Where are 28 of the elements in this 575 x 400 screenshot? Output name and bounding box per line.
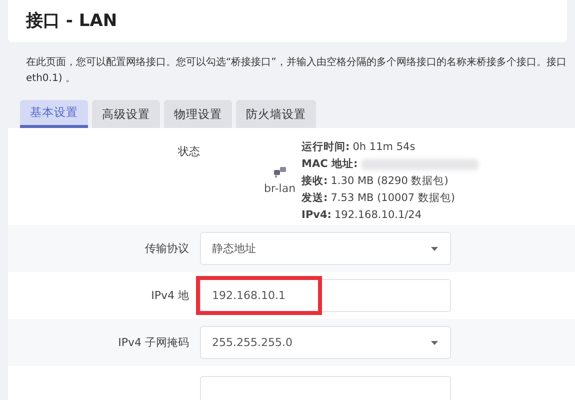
tab[interactable]: 防火墙设置 (236, 100, 316, 128)
status-value: 0h 11m 54s (352, 140, 416, 155)
field-label: IPv4 子网掩码 (118, 336, 189, 349)
status-key: 接收: (302, 174, 328, 189)
status-value: 1.30 MB (8290 数据包) (330, 174, 448, 189)
network-icon (272, 166, 287, 178)
status-key: 发送: (302, 191, 328, 206)
status-value: 192.168.10.1/24 (334, 208, 422, 223)
field-label: 状态 (177, 144, 200, 159)
page-title: 接口 - LAN (26, 10, 118, 33)
input-field[interactable] (200, 376, 451, 400)
status-value: 7.53 MB (10007 数据包) (330, 191, 455, 206)
select-field[interactable]: 静态地址 (200, 232, 451, 265)
status-key: MAC 地址: (302, 157, 358, 172)
field-label: IPv4 地 (151, 289, 189, 302)
description-text: 在此页面，您可以配置网络接口。您可以勾选“桥接接口”，并输入由空格分隔的多个网络接口的名称来桥接多个接口。接口 (26, 56, 566, 70)
tab[interactable]: 高级设置 (92, 100, 160, 128)
tab[interactable]: 基本设置 (20, 100, 88, 128)
device-name: br-lan (264, 182, 296, 195)
caret-icon (431, 246, 438, 250)
description-text: eth0.1) 。 (26, 72, 76, 86)
input-field[interactable]: 192.168.10.1 (200, 279, 451, 312)
status-key: IPv4: (302, 208, 332, 223)
caret-icon (431, 340, 438, 344)
field-label: 传输协议 (145, 242, 189, 255)
status-key: 运行时间: (302, 140, 350, 155)
tab[interactable]: 物理设置 (164, 100, 232, 128)
select-field[interactable]: 255.255.255.0 (200, 326, 451, 359)
